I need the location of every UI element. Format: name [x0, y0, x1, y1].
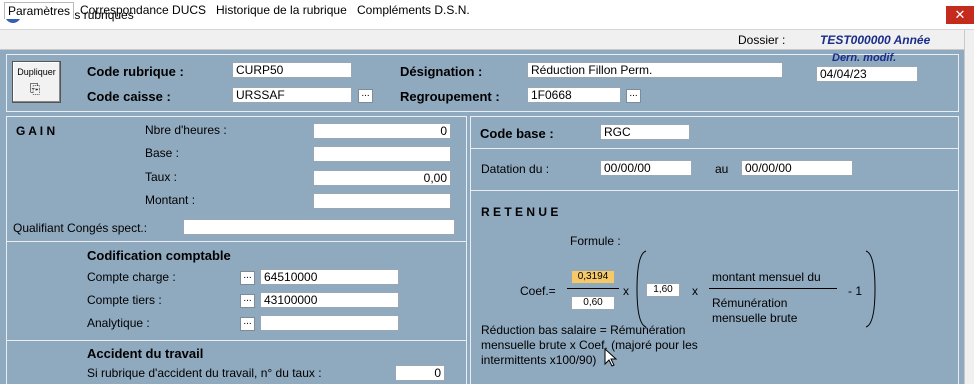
qualifiant-field[interactable] — [183, 219, 455, 235]
duplicate-icon: ⎘ — [30, 81, 41, 96]
au-label: au — [715, 162, 729, 176]
code-caisse-label: Code caisse : — [87, 89, 171, 104]
minus-one: - 1 — [848, 284, 863, 298]
regroupement-field[interactable]: 1F0668 — [527, 87, 621, 103]
montant-label: Montant : — [145, 193, 196, 207]
designation-field[interactable]: Réduction Fillon Perm. — [527, 62, 783, 78]
dern-modif-label: Dern. modif. — [832, 52, 897, 64]
retenue-title: R E T E N U E — [481, 205, 559, 219]
compte-tiers-field[interactable]: 43100000 — [260, 292, 399, 308]
base-field[interactable] — [313, 146, 451, 162]
note-line-3: intermittents x100/90) — [481, 353, 597, 367]
gain-title: G A I N — [16, 124, 56, 138]
regroupement-label: Regroupement : — [400, 89, 500, 104]
code-base-field[interactable]: RGC — [600, 124, 690, 140]
montant-field[interactable] — [313, 193, 451, 209]
code-rubrique-field[interactable]: CURP50 — [232, 62, 352, 78]
times-symbol: x — [623, 284, 629, 298]
tab-complements-dsn[interactable]: Compléments D.S.N. — [354, 2, 473, 19]
qualifiant-label: Qualifiant Congés spect.: — [13, 221, 148, 235]
accident-title: Accident du travail — [87, 346, 204, 361]
accident-taux-field[interactable]: 0 — [395, 365, 445, 381]
compte-charge-label: Compte charge : — [87, 270, 176, 284]
coef-numerator-field[interactable]: 0,3194 — [571, 270, 615, 284]
formule-label: Formule : — [570, 234, 621, 248]
times-symbol: x — [692, 284, 698, 298]
compte-charge-lookup-button[interactable]: ... — [240, 271, 255, 285]
tab-historique[interactable]: Historique de la rubrique — [213, 2, 350, 19]
fraction-top-text: montant mensuel du — [712, 270, 821, 284]
dossier-value: TEST000000 Année — [820, 33, 931, 47]
compte-tiers-lookup-button[interactable]: ... — [240, 294, 255, 308]
vertical-scrollbar[interactable] — [964, 30, 974, 384]
code-base-label: Code base : — [480, 126, 554, 141]
nbre-heures-field[interactable]: 0 — [313, 123, 451, 139]
compte-tiers-label: Compte tiers : — [87, 293, 162, 307]
analytique-label: Analytique : — [87, 316, 150, 330]
divider — [6, 340, 467, 341]
accident-question: Si rubrique d'accident du travail, n° du… — [87, 366, 322, 380]
mouse-cursor-icon — [604, 348, 618, 367]
multiplier-field[interactable]: 1,60 — [646, 283, 680, 297]
divider — [470, 148, 959, 149]
note-line-2: mensuelle brute x Coef. (majoré pour les — [481, 338, 698, 352]
coef-label: Coef.= — [520, 284, 556, 298]
taux-field[interactable]: 0,00 — [313, 170, 451, 186]
analytique-field[interactable] — [260, 315, 399, 331]
fraction-bottom-text-2: mensuelle brute — [712, 311, 798, 325]
divider — [6, 241, 467, 242]
duplicate-button[interactable]: Dupliquer ⎘ — [12, 61, 61, 103]
divider — [470, 190, 959, 191]
code-caisse-lookup-button[interactable]: ... — [358, 89, 373, 103]
regroupement-lookup-button[interactable]: ... — [626, 89, 641, 103]
fraction-bottom-text-1: Rémunération — [712, 296, 788, 310]
coef-denominator-field[interactable]: 0,60 — [571, 296, 615, 310]
nbre-heures-label: Nbre d'heures : — [145, 123, 227, 137]
fraction-line — [567, 288, 619, 289]
tab-parametres[interactable]: Paramètres — [4, 2, 75, 19]
code-rubrique-label: Code rubrique : — [87, 64, 184, 79]
note-line-1: Réduction bas salaire = Rémunération — [481, 323, 686, 337]
designation-label: Désignation : — [400, 64, 483, 79]
close-button[interactable]: ✕ — [946, 6, 974, 24]
base-label: Base : — [145, 146, 180, 160]
dossier-label: Dossier : — [738, 33, 786, 47]
close-bracket — [865, 250, 876, 328]
codification-title: Codification comptable — [87, 248, 231, 263]
code-caisse-field[interactable]: URSSAF — [232, 87, 352, 103]
analytique-lookup-button[interactable]: ... — [240, 317, 255, 331]
duplicate-label: Dupliquer — [17, 67, 56, 77]
dern-modif-field: 04/04/23 — [816, 66, 918, 82]
compte-charge-field[interactable]: 64510000 — [260, 269, 399, 285]
datation-from-field[interactable]: 00/00/00 — [600, 160, 692, 176]
datation-to-field[interactable]: 00/00/00 — [741, 160, 853, 176]
tab-correspondance-ducs[interactable]: Correspondance DUCS — [77, 2, 209, 19]
datation-label: Datation du : — [481, 162, 550, 176]
fraction-line — [709, 288, 837, 289]
taux-label: Taux : — [145, 170, 178, 184]
